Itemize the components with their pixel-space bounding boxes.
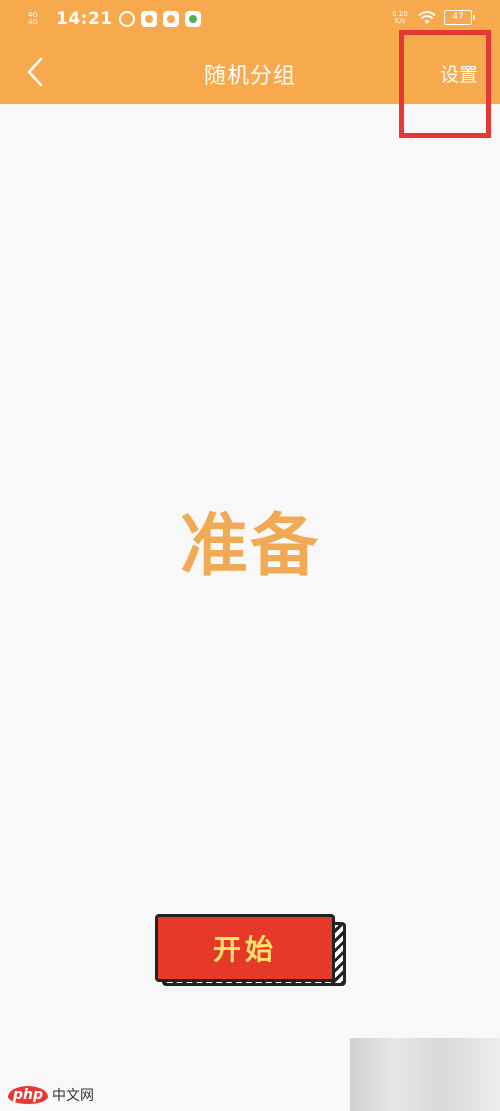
nav-bar: 随机分组 设置 bbox=[0, 38, 500, 104]
network-speed: 0.20 K/s bbox=[392, 9, 408, 25]
watermark-logo: php bbox=[8, 1086, 49, 1104]
watermark-site: 中文网 bbox=[52, 1088, 95, 1104]
status-time: 14:21 bbox=[56, 9, 113, 29]
settings-button[interactable]: 设置 bbox=[440, 60, 478, 87]
status-left: 4G 4G 14:21 bbox=[28, 9, 201, 29]
wifi-icon bbox=[418, 10, 436, 24]
watermark: php 中文网 bbox=[8, 1085, 94, 1105]
notification-ring-icon bbox=[118, 11, 135, 27]
notification-app-icon bbox=[140, 11, 157, 27]
page-title: 随机分组 bbox=[203, 64, 296, 89]
blur-patch bbox=[350, 1038, 500, 1111]
status-right: 0.20 K/s 47 bbox=[390, 9, 475, 25]
status-bar: 4G 4G 14:21 0.20 K/s 47 bbox=[0, 0, 500, 38]
battery-icon: 47 bbox=[444, 10, 475, 25]
notification-app2-icon bbox=[162, 11, 179, 27]
signal-indicator: 4G 4G bbox=[28, 11, 38, 26]
start-button[interactable]: 开始 bbox=[155, 914, 335, 982]
status-text: 准备 bbox=[179, 507, 320, 586]
notification-app3-icon bbox=[184, 11, 201, 27]
